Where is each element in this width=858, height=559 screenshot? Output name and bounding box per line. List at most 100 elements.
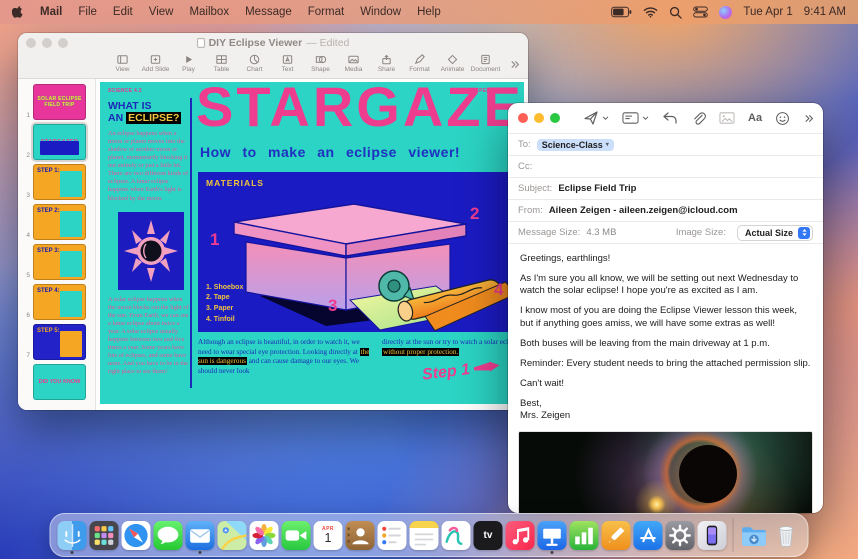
zoom-button[interactable] xyxy=(58,37,68,48)
dock-item-notes[interactable] xyxy=(409,520,439,550)
dock-item-music[interactable] xyxy=(505,520,535,550)
subject-field[interactable]: Subject: Eclipse Field Trip xyxy=(508,177,823,199)
slide-thumbnail-3[interactable]: STEP 1: xyxy=(33,164,86,200)
tool-table[interactable]: Table xyxy=(205,53,238,73)
header-fields-icon[interactable] xyxy=(622,111,639,125)
menu-view[interactable]: View xyxy=(149,6,174,18)
format-aa-icon[interactable]: Aa xyxy=(748,112,762,124)
send-chevron-icon[interactable] xyxy=(602,115,609,121)
tool-share[interactable]: Share xyxy=(370,53,403,73)
wifi-icon[interactable] xyxy=(643,6,658,18)
emoji-icon[interactable] xyxy=(775,111,790,126)
dock-item-numbers[interactable] xyxy=(569,520,599,550)
dock-item-messages[interactable] xyxy=(153,520,183,550)
menu-help[interactable]: Help xyxy=(417,6,441,18)
tool-text[interactable]: Text xyxy=(271,53,304,73)
slide-left-column[interactable]: WHAT IS AN ECLIPSE? An eclipse happens w… xyxy=(108,100,190,376)
tool-view[interactable]: View xyxy=(106,53,139,73)
dock-item-photos[interactable] xyxy=(249,520,279,550)
subject-label: Subject: xyxy=(518,183,553,194)
slide-heading[interactable]: WHAT IS AN ECLIPSE? xyxy=(108,100,190,125)
menu-file[interactable]: File xyxy=(78,6,97,18)
tool-animate[interactable]: Animate xyxy=(436,53,469,73)
slide-title[interactable]: STARGAZER xyxy=(196,82,524,139)
search-icon[interactable] xyxy=(669,6,683,19)
dock-item-app-store[interactable] xyxy=(633,520,663,550)
tool-document[interactable]: Document xyxy=(469,53,502,73)
dock-item-system-settings[interactable] xyxy=(665,520,695,550)
slide-paragraph-1[interactable]: An eclipse happens when a moon or planet… xyxy=(108,130,190,202)
dock-item-trash[interactable] xyxy=(772,521,801,550)
from-label: From: xyxy=(518,205,543,216)
dock-item-mail[interactable] xyxy=(185,520,215,554)
slide-2-stargazer[interactable]: SCIENCE 4.2 EXPERIMENT #11 WHAT IS AN EC… xyxy=(100,82,524,404)
send-icon[interactable] xyxy=(583,110,599,126)
menu-edit[interactable]: Edit xyxy=(113,6,133,18)
dock-item-launchpad[interactable] xyxy=(89,520,119,550)
from-field[interactable]: From: Aileen Zeigen - aileen.zeigen@iclo… xyxy=(508,199,823,221)
message-body[interactable]: Greetings, earthlings! As I'm sure you a… xyxy=(508,243,823,423)
dock-item-pages[interactable] xyxy=(601,520,631,550)
dock-item-freeform[interactable] xyxy=(441,520,471,550)
dock-item-calendar[interactable]: APR 1 xyxy=(313,520,343,550)
tool-add-slide[interactable]: Add Slide xyxy=(139,53,172,73)
dock-item-facetime[interactable] xyxy=(281,520,311,550)
thumbnail-row-8: DID YOU KNOW xyxy=(18,362,95,402)
reply-icon[interactable] xyxy=(662,111,678,125)
menu-app-name[interactable]: Mail xyxy=(40,6,62,18)
slide-thumbnail-5[interactable]: STEP 3: xyxy=(33,244,86,280)
dock-item-keynote[interactable] xyxy=(537,520,567,554)
tool-format[interactable]: Format xyxy=(403,53,436,73)
battery-icon[interactable] xyxy=(611,6,632,18)
close-button[interactable] xyxy=(518,113,528,123)
slide-course-label[interactable]: SCIENCE 4.2 xyxy=(108,88,142,94)
dock-item-downloads[interactable] xyxy=(740,521,769,550)
more-icon[interactable] xyxy=(803,113,814,124)
tool-media[interactable]: Media xyxy=(337,53,370,73)
eclipse-sun-illustration[interactable] xyxy=(118,211,184,290)
dock-item-tv[interactable]: tv xyxy=(473,520,503,550)
tool-play[interactable]: Play xyxy=(172,53,205,73)
menu-bar-time[interactable]: 9:41 AM xyxy=(804,6,846,18)
control-center-icon[interactable] xyxy=(693,6,709,18)
slide-thumbnail-2-selected[interactable]: STARGAZER xyxy=(33,124,86,160)
to-field[interactable]: To: Science-Class ▾ xyxy=(508,133,823,155)
slide-divider-line xyxy=(190,98,192,388)
slide-thumbnail-6[interactable]: STEP 4: xyxy=(33,284,86,320)
menu-format[interactable]: Format xyxy=(308,6,344,18)
close-button[interactable] xyxy=(26,37,36,48)
dock-item-contacts[interactable] xyxy=(345,520,375,550)
minimize-button[interactable] xyxy=(42,37,52,48)
apple-menu-icon[interactable] xyxy=(12,5,24,19)
slide-paragraph-2[interactable]: A solar eclipse happens when the moon bl… xyxy=(108,296,190,376)
zoom-button[interactable] xyxy=(550,113,560,123)
menu-mailbox[interactable]: Mailbox xyxy=(189,6,229,18)
slide-thumbnail-4[interactable]: STEP 2: xyxy=(33,204,86,240)
eclipse-photo-attachment[interactable] xyxy=(518,430,813,513)
dock-item-finder[interactable] xyxy=(57,520,87,554)
slide-thumbnail-7[interactable]: STEP 5: xyxy=(33,324,86,360)
minimize-button[interactable] xyxy=(534,113,544,123)
cc-label: Cc: xyxy=(518,161,533,172)
slide-thumbnail-1[interactable]: SOLAR ECLIPSE FIELD TRIP xyxy=(33,84,86,120)
more-tools-icon[interactable] xyxy=(509,57,520,75)
dock-item-iphone-mirroring[interactable] xyxy=(697,520,727,550)
siri-icon[interactable] xyxy=(719,5,733,19)
menu-bar-date[interactable]: Tue Apr 1 xyxy=(743,6,792,18)
tool-chart[interactable]: Chart xyxy=(238,53,271,73)
materials-box[interactable]: MATERIALS 1 2 3 4 1. Shoebox 2. Tape 3. … xyxy=(198,172,518,332)
dock-item-reminders[interactable] xyxy=(377,520,407,550)
menu-window[interactable]: Window xyxy=(360,6,401,18)
image-size-dropdown[interactable]: Actual Size xyxy=(736,224,813,241)
to-recipient-token[interactable]: Science-Class ▾ xyxy=(536,138,614,151)
attach-icon[interactable] xyxy=(691,111,706,126)
insert-photo-icon[interactable] xyxy=(719,111,735,125)
slide-subtitle[interactable]: How to make an eclipse viewer! xyxy=(200,144,460,160)
dock-item-maps[interactable] xyxy=(217,520,247,550)
dock-item-safari[interactable] xyxy=(121,520,151,550)
slide-thumbnail-8[interactable]: DID YOU KNOW xyxy=(33,364,86,400)
cc-field[interactable]: Cc: xyxy=(508,155,823,177)
tool-shape[interactable]: Shape xyxy=(304,53,337,73)
menu-message[interactable]: Message xyxy=(245,6,292,18)
header-chevron-icon[interactable] xyxy=(642,115,649,121)
